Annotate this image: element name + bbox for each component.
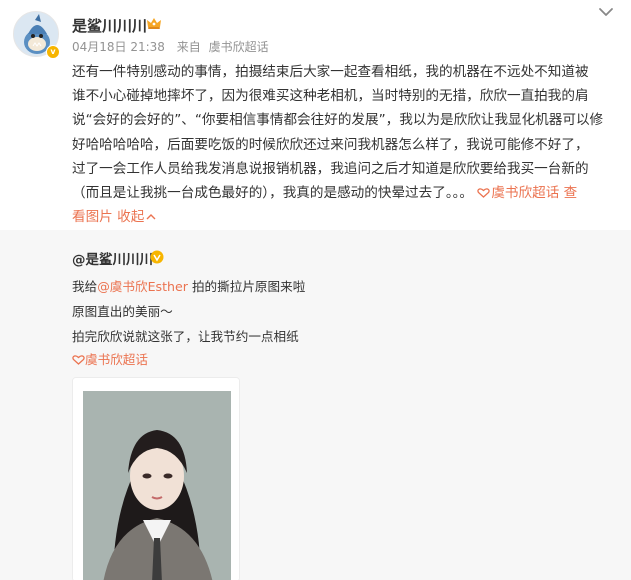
topic-link[interactable]: 虞书欣超话: [477, 185, 559, 201]
content-line: 好哈哈哈哈哈，后面要吃饭的时候欣欣还过来问我机器怎么样了，我说可能修不好了，: [72, 136, 589, 153]
chevron-down-icon[interactable]: [598, 6, 614, 18]
repost-username[interactable]: @是鲨川川川: [72, 248, 153, 268]
post-username[interactable]: 是鲨川川川: [72, 15, 147, 36]
repost-line-1: 我给@虞书欣Esther 拍的撕拉片原图来啦: [72, 276, 305, 295]
content-line: 说“会好的会好的”、“你要相信事情都会往好的发展”，我以为是欣欣让我显化机器可以…: [72, 112, 604, 129]
content-line: 谁不小心碰掉地摔坏了，因为很难买这种老相机，当时特别的无措，欣欣一直拍我的肩: [72, 88, 589, 105]
content-line-7: 看图片 收起: [72, 205, 620, 229]
topic-link-label: 虞书欣超话: [491, 185, 560, 202]
repost-line-prefix: 我给: [72, 279, 98, 294]
repost-line-3: 拍完欣欣说就这张了，让我节约一点相纸: [72, 329, 299, 344]
weibo-post: v 是鲨川川川 04月18日 21:38 来自 虞书欣超话 还有一件特别感动的事…: [0, 0, 631, 230]
repost-card[interactable]: @是鲨川川川 我给@虞书欣Esther 拍的撕拉片原图来啦 原图直出的美丽～ 拍…: [0, 230, 631, 580]
collapse-button[interactable]: 收起: [117, 209, 156, 225]
mention-link[interactable]: @虞书欣Esther: [97, 279, 188, 294]
super-topic-icon: [72, 355, 85, 365]
view-images-link-cont[interactable]: 看图片: [72, 209, 113, 225]
post-content: 还有一件特别感动的事情，拍摄结束后大家一起查看相纸，我的机器在不远处不知道被 谁…: [72, 60, 620, 229]
view-images-link[interactable]: 查: [564, 185, 578, 201]
repost-topic-link[interactable]: 虞书欣超话: [72, 349, 148, 368]
content-line-6: （而且是让我挑一台成色最好的），我真的是感动的快晕过去了。。。 虞书欣超话 查: [72, 181, 620, 205]
photo-image: [73, 378, 239, 580]
repost-topic-label: 虞书欣超话: [85, 352, 148, 367]
content-line: 还有一件特别感动的事情，拍摄结束后大家一起查看相纸，我的机器在不远处不知道被: [72, 64, 589, 80]
content-line-text: （而且是让我挑一台成色最好的），我真的是感动的快晕过去了。。。: [72, 185, 474, 202]
source-link[interactable]: 虞书欣超话: [209, 40, 269, 54]
repost-line-suffix: 拍的撕拉片原图来啦: [187, 279, 306, 294]
repost-line-2: 原图直出的美丽～: [72, 304, 173, 319]
collapse-label: 收起: [117, 209, 145, 226]
post-date[interactable]: 04月18日 21:38: [72, 40, 165, 54]
chevron-up-icon: [146, 214, 156, 220]
content-line: 过了一会工作人员给我发消息说报销机器，我追问之后才知道是欣欣要给我买一台新的: [72, 160, 589, 177]
vip-crown-icon: [147, 18, 161, 29]
instant-photo-thumbnail[interactable]: [72, 377, 240, 580]
verified-badge-icon: v: [46, 45, 60, 59]
post-meta: 04月18日 21:38 来自 虞书欣超话: [72, 38, 277, 55]
verified-badge-icon: [150, 250, 164, 264]
super-topic-icon: [477, 188, 491, 198]
source-prefix: 来自: [176, 40, 201, 54]
